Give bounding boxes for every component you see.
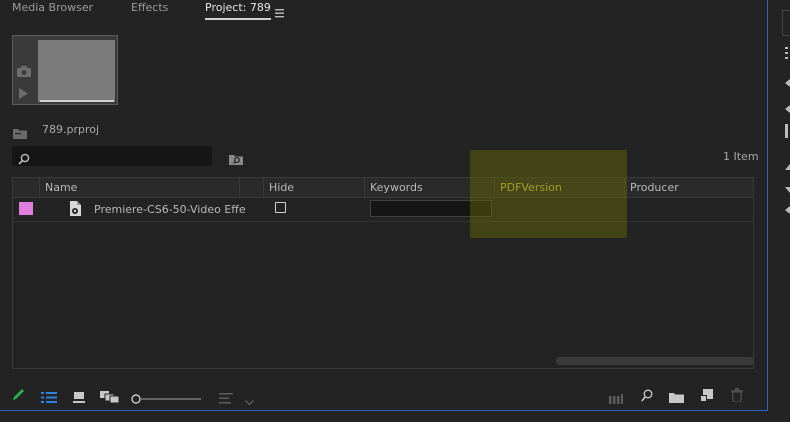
- list-view-icon[interactable]: [41, 388, 57, 407]
- table-header: Name Hide Keywords PDFVersion Producer: [13, 178, 753, 198]
- column-pdf-version[interactable]: PDFVersion: [494, 178, 624, 197]
- arrow-left-icon-2[interactable]: [785, 98, 790, 117]
- search-icon: [18, 150, 30, 169]
- keywords-field[interactable]: [370, 200, 492, 217]
- find-icon[interactable]: [641, 387, 653, 406]
- arrow-left-icon[interactable]: [785, 72, 790, 91]
- arrow-left-icon-3[interactable]: [785, 199, 790, 218]
- thumbnail-scrubber[interactable]: [40, 100, 114, 102]
- column-producer[interactable]: Producer: [624, 178, 753, 197]
- find-bin-icon[interactable]: [229, 150, 244, 169]
- new-item-icon[interactable]: [700, 387, 713, 406]
- freeform-view-icon[interactable]: [100, 388, 120, 407]
- thumbnail-preview[interactable]: [12, 35, 118, 105]
- sequence-file-icon: [68, 201, 82, 220]
- search-input[interactable]: [12, 146, 212, 166]
- column-keywords[interactable]: Keywords: [364, 178, 494, 197]
- project-panel: Media Browser Effects Project: 789 789.p…: [0, 0, 768, 411]
- column-hide[interactable]: Hide: [263, 178, 364, 197]
- thumbnail-image: [38, 40, 115, 102]
- panel-tabs: Media Browser Effects Project: 789: [0, 0, 768, 22]
- menu-dots-icon[interactable]: [785, 44, 789, 63]
- project-file-name: 789.prproj: [42, 123, 100, 136]
- sort-dropdown-icon[interactable]: [245, 391, 254, 410]
- item-count: 1 Item: [723, 150, 759, 163]
- trash-icon[interactable]: [731, 387, 743, 406]
- column-label-color[interactable]: [13, 178, 39, 197]
- hamburger-icon[interactable]: [275, 3, 285, 18]
- label-color-swatch[interactable]: [19, 202, 33, 215]
- automate-icon[interactable]: [609, 389, 623, 408]
- hide-checkbox[interactable]: [275, 202, 286, 213]
- column-handle[interactable]: [239, 178, 263, 197]
- folder-icon: [13, 124, 27, 143]
- table-row[interactable]: Premiere-CS6-50-Video Effe: [13, 198, 753, 222]
- bottom-toolbar: [0, 380, 768, 408]
- icon-view-icon[interactable]: [73, 388, 85, 407]
- play-icon[interactable]: [19, 84, 29, 103]
- camera-icon[interactable]: [17, 62, 31, 81]
- sort-icon[interactable]: [219, 389, 233, 408]
- panel-frame-edge: [782, 10, 790, 36]
- column-name[interactable]: Name: [39, 178, 239, 197]
- triangle-down-icon[interactable]: [785, 178, 790, 197]
- row-name[interactable]: Premiere-CS6-50-Video Effe: [94, 203, 246, 216]
- zoom-slider[interactable]: [131, 389, 203, 408]
- tools-panel-edge: [769, 0, 790, 422]
- tab-project[interactable]: Project: 789: [205, 0, 271, 20]
- horizontal-scrollbar[interactable]: [556, 357, 754, 365]
- project-table: Name Hide Keywords PDFVersion Producer P…: [12, 177, 754, 369]
- tab-media-browser[interactable]: Media Browser: [12, 0, 93, 18]
- pencil-icon[interactable]: [12, 386, 26, 405]
- vertical-bar-icon[interactable]: [785, 123, 789, 142]
- new-bin-icon[interactable]: [669, 388, 684, 407]
- triangle-up-icon[interactable]: [785, 155, 790, 174]
- tab-effects[interactable]: Effects: [131, 0, 168, 18]
